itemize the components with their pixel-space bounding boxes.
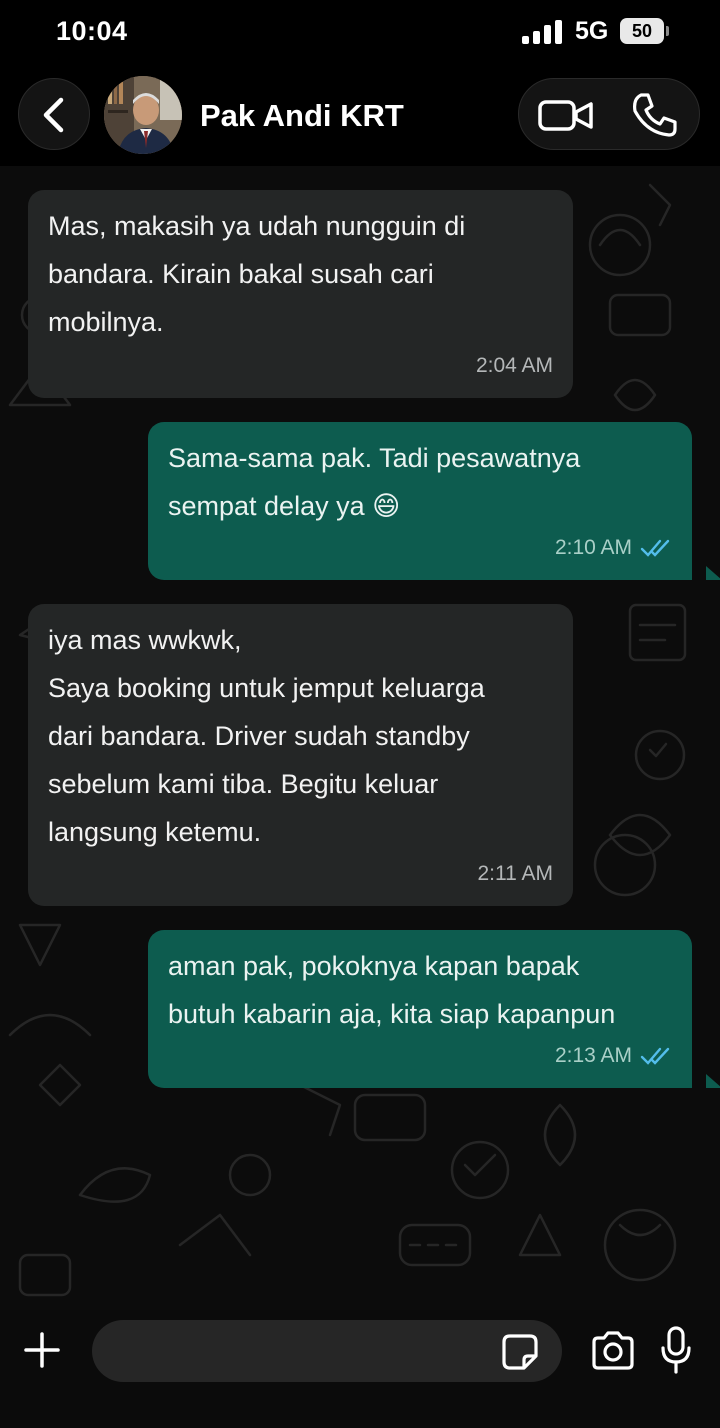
message-input[interactable] bbox=[92, 1320, 562, 1382]
double-check-icon bbox=[640, 1047, 670, 1065]
phone-icon[interactable] bbox=[629, 91, 679, 139]
chat-header: Pak Andi KRT bbox=[0, 66, 720, 166]
message-text: iya mas wwkwk, Saya booking untuk jemput… bbox=[48, 625, 485, 847]
contact-name[interactable]: Pak Andi KRT bbox=[200, 98, 404, 134]
status-time: 10:04 bbox=[56, 16, 128, 46]
battery-icon: 50 bbox=[620, 18, 669, 44]
message-time: 2:13 AM bbox=[554, 1044, 632, 1067]
network-type: 5G bbox=[575, 17, 609, 45]
avatar[interactable] bbox=[104, 76, 182, 154]
call-actions bbox=[518, 78, 700, 150]
message-bubble-outgoing[interactable]: aman pak, pokoknya kapan bapak butuh kab… bbox=[148, 930, 720, 1088]
composer-bar bbox=[0, 1310, 720, 1428]
double-check-icon bbox=[640, 539, 670, 557]
back-button[interactable] bbox=[18, 78, 90, 150]
message-text: Mas, makasih ya udah nungguin di bandara… bbox=[48, 211, 466, 337]
battery-level: 50 bbox=[620, 18, 664, 44]
message-time: 2:04 AM bbox=[475, 354, 553, 377]
back-arrow-icon bbox=[43, 97, 64, 133]
sticker-icon[interactable] bbox=[500, 1332, 540, 1372]
message-bubble-incoming[interactable]: Mas, makasih ya udah nungguin di bandara… bbox=[28, 190, 573, 398]
message-meta: 2:11 AM bbox=[478, 850, 554, 898]
message-meta: 2:13 AM bbox=[555, 1032, 672, 1080]
message-bubble-outgoing[interactable]: Sama-sama pak. Tadi pesawatnya sempat de… bbox=[148, 422, 720, 580]
message-meta: 2:04 AM bbox=[476, 342, 553, 390]
plus-icon[interactable] bbox=[22, 1330, 62, 1370]
status-bar: 10:04 5G 50 bbox=[0, 0, 720, 66]
message-text: aman pak, pokoknya kapan bapak butuh kab… bbox=[168, 951, 616, 1029]
microphone-icon[interactable] bbox=[660, 1326, 692, 1374]
message-time: 2:10 AM bbox=[554, 536, 632, 559]
message-text: Sama-sama pak. Tadi pesawatnya sempat de… bbox=[168, 443, 581, 521]
camera-icon[interactable] bbox=[590, 1330, 636, 1372]
video-call-icon[interactable] bbox=[537, 93, 597, 137]
signal-strength-icon bbox=[522, 20, 562, 44]
message-bubble-incoming[interactable]: iya mas wwkwk, Saya booking untuk jemput… bbox=[28, 604, 573, 906]
message-time: 2:11 AM bbox=[477, 862, 554, 885]
message-meta: 2:10 AM bbox=[555, 524, 672, 572]
